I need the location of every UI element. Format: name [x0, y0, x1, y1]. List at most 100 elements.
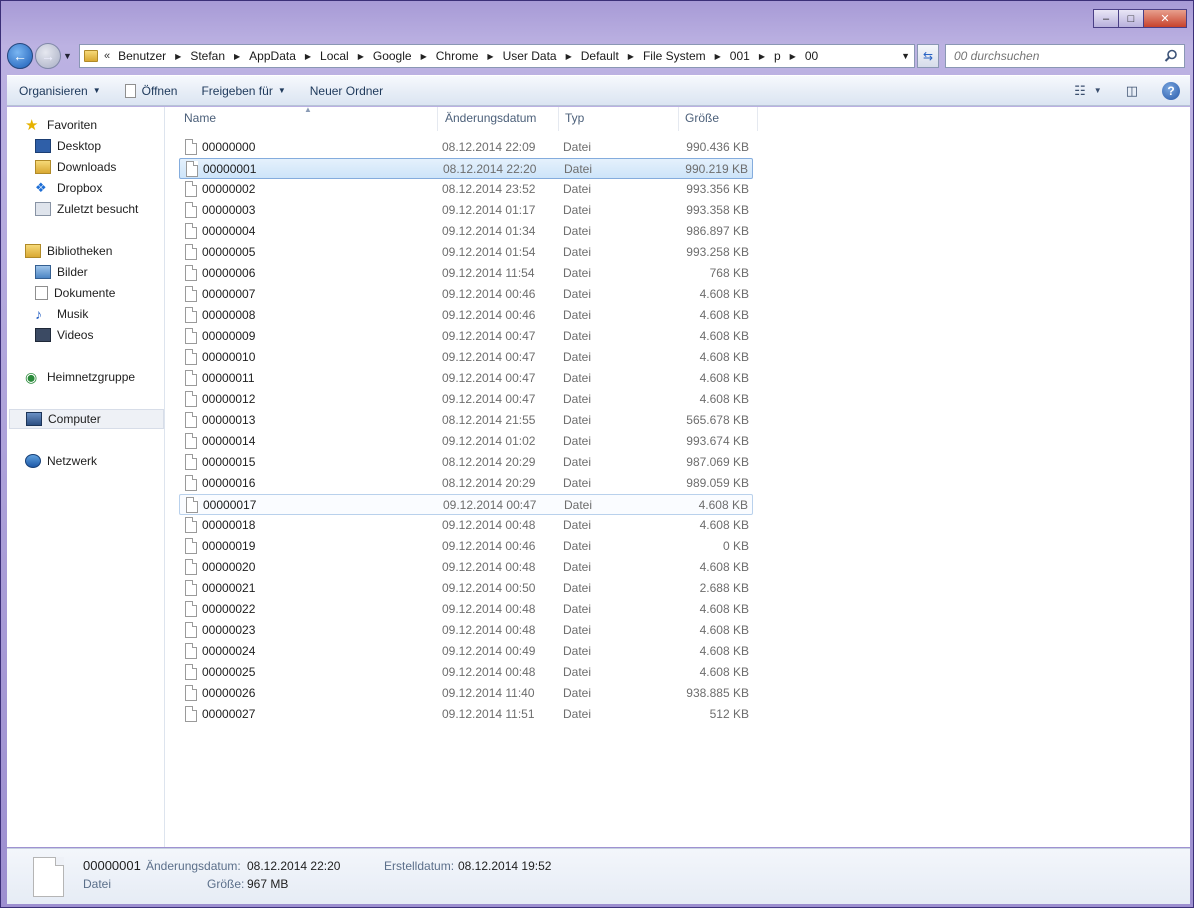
file-row[interactable]: 00000003 09.12.2014 01:17 Datei 993.358 KB	[179, 200, 753, 221]
crumb-separator-icon[interactable]: ▶	[421, 52, 427, 61]
file-row[interactable]: 00000014 09.12.2014 01:02 Datei 993.674 KB	[179, 431, 753, 452]
crumb-separator-icon[interactable]: ▶	[566, 52, 572, 61]
file-modified-date: 08.12.2014 22:09	[442, 140, 536, 154]
nav-videos[interactable]: Videos	[35, 325, 93, 345]
nav-pictures[interactable]: Bilder	[35, 262, 88, 282]
nav-documents[interactable]: Dokumente	[35, 283, 115, 303]
file-row[interactable]: 00000011 09.12.2014 00:47 Datei 4.608 KB	[179, 368, 753, 389]
crumb-separator-icon[interactable]: ▶	[358, 52, 364, 61]
crumb-user-data[interactable]: User Data	[503, 49, 557, 63]
minimize-button[interactable]: –	[1093, 9, 1119, 28]
file-row[interactable]: 00000025 09.12.2014 00:48 Datei 4.608 KB	[179, 662, 753, 683]
crumb-separator-icon[interactable]: ▶	[628, 52, 634, 61]
file-row[interactable]: 00000002 08.12.2014 23:52 Datei 993.356 KB	[179, 179, 753, 200]
view-options-icon[interactable]: ☷	[1074, 83, 1086, 99]
nav-label: Desktop	[57, 139, 102, 153]
nav-dropbox[interactable]: ❖ Dropbox	[35, 178, 102, 198]
column-date[interactable]: Änderungsdatum	[445, 111, 536, 125]
address-dropdown-icon[interactable]: ▼	[901, 51, 910, 61]
search-box[interactable]	[945, 44, 1185, 68]
nav-downloads[interactable]: Downloads	[35, 157, 116, 177]
file-row[interactable]: 00000012 09.12.2014 00:47 Datei 4.608 KB	[179, 389, 753, 410]
file-row[interactable]: 00000019 09.12.2014 00:46 Datei 0 KB	[179, 536, 753, 557]
nav-homegroup[interactable]: ◉ Heimnetzgruppe	[25, 367, 135, 387]
file-row[interactable]: 00000024 09.12.2014 00:49 Datei 4.608 KB	[179, 641, 753, 662]
crumb-overflow[interactable]: «	[104, 50, 110, 62]
crumb-00[interactable]: 00	[805, 49, 818, 63]
column-divider[interactable]	[757, 107, 758, 131]
crumb-default[interactable]: Default	[581, 49, 619, 63]
file-row[interactable]: 00000018 09.12.2014 00:48 Datei 4.608 KB	[179, 515, 753, 536]
file-list[interactable]: ▲ Name Änderungsdatum Typ Größe 00000000…	[165, 105, 1190, 847]
file-row[interactable]: 00000009 09.12.2014 00:47 Datei 4.608 KB	[179, 326, 753, 347]
nav-favorites[interactable]: ★ Favoriten	[25, 115, 97, 135]
crumb-separator-icon[interactable]: ▶	[715, 52, 721, 61]
search-input[interactable]	[954, 49, 1154, 63]
crumb-separator-icon[interactable]: ▶	[487, 52, 493, 61]
nav-music[interactable]: ♪ Musik	[35, 304, 88, 324]
crumb-stefan[interactable]: Stefan	[190, 49, 225, 63]
crumb-google[interactable]: Google	[373, 49, 412, 63]
nav-recent[interactable]: Zuletzt besucht	[35, 199, 138, 219]
crumb-separator-icon[interactable]: ▶	[790, 52, 796, 61]
nav-network[interactable]: Netzwerk	[25, 451, 97, 471]
file-row[interactable]: 00000005 09.12.2014 01:54 Datei 993.258 KB	[179, 242, 753, 263]
file-row[interactable]: 00000017 09.12.2014 00:47 Datei 4.608 KB	[179, 494, 753, 515]
column-type[interactable]: Typ	[565, 111, 584, 125]
nav-computer[interactable]: Computer	[9, 409, 164, 429]
address-bar[interactable]: « Benutzer ▶ Stefan ▶ AppData ▶ Local ▶ …	[79, 44, 915, 68]
nav-desktop[interactable]: Desktop	[35, 136, 101, 156]
file-modified-date: 09.12.2014 11:40	[442, 686, 535, 700]
crumb-separator-icon[interactable]: ▶	[175, 52, 181, 61]
share-menu-button[interactable]: Freigeben für ▼	[189, 76, 297, 105]
file-size: 512 KB	[709, 707, 749, 721]
file-row[interactable]: 00000016 08.12.2014 20:29 Datei 989.059 KB	[179, 473, 753, 494]
crumb-benutzer[interactable]: Benutzer	[118, 49, 166, 63]
maximize-button[interactable]: □	[1118, 9, 1144, 28]
file-row[interactable]: 00000022 09.12.2014 00:48 Datei 4.608 KB	[179, 599, 753, 620]
file-row[interactable]: 00000000 08.12.2014 22:09 Datei 990.436 KB	[179, 137, 753, 158]
file-row[interactable]: 00000006 09.12.2014 11:54 Datei 768 KB	[179, 263, 753, 284]
column-divider[interactable]	[437, 107, 438, 131]
column-size[interactable]: Größe	[685, 111, 719, 125]
navigation-pane[interactable]: ★ Favoriten Desktop Downloads ❖ Dropbox …	[7, 107, 165, 847]
file-row[interactable]: 00000026 09.12.2014 11:40 Datei 938.885 KB	[179, 683, 753, 704]
close-button[interactable]: ✕	[1143, 9, 1187, 28]
crumb-chrome[interactable]: Chrome	[436, 49, 479, 63]
file-row[interactable]: 00000021 09.12.2014 00:50 Datei 2.688 KB	[179, 578, 753, 599]
file-row[interactable]: 00000007 09.12.2014 00:46 Datei 4.608 KB	[179, 284, 753, 305]
file-row[interactable]: 00000008 09.12.2014 00:46 Datei 4.608 KB	[179, 305, 753, 326]
back-button[interactable]: ←	[7, 43, 33, 69]
recent-pages-dropdown[interactable]: ▼	[63, 51, 75, 61]
forward-button[interactable]: →	[35, 43, 61, 69]
file-row[interactable]: 00000023 09.12.2014 00:48 Datei 4.608 KB	[179, 620, 753, 641]
view-dropdown-icon[interactable]: ▼	[1094, 86, 1102, 95]
crumb-separator-icon[interactable]: ▶	[234, 52, 240, 61]
refresh-button[interactable]: ⇆	[917, 44, 939, 68]
crumb-001[interactable]: 001	[730, 49, 750, 63]
crumb-local[interactable]: Local	[320, 49, 349, 63]
help-icon[interactable]: ?	[1162, 81, 1180, 100]
column-name[interactable]: Name	[184, 111, 216, 125]
column-divider[interactable]	[678, 107, 679, 131]
file-row[interactable]: 00000020 09.12.2014 00:48 Datei 4.608 KB	[179, 557, 753, 578]
file-row[interactable]: 00000001 08.12.2014 22:20 Datei 990.219 KB	[179, 158, 753, 179]
file-row[interactable]: 00000010 09.12.2014 00:47 Datei 4.608 KB	[179, 347, 753, 368]
crumb-separator-icon[interactable]: ▶	[305, 52, 311, 61]
new-folder-button[interactable]: Neuer Ordner	[298, 76, 395, 105]
nav-libraries[interactable]: Bibliotheken	[25, 241, 112, 261]
column-divider[interactable]	[558, 107, 559, 131]
crumb-appdata[interactable]: AppData	[249, 49, 296, 63]
crumb-file-system[interactable]: File System	[643, 49, 706, 63]
crumb-p[interactable]: p	[774, 49, 781, 63]
file-row[interactable]: 00000015 08.12.2014 20:29 Datei 987.069 KB	[179, 452, 753, 473]
crumb-separator-icon[interactable]: ▶	[759, 52, 765, 61]
file-row[interactable]: 00000013 08.12.2014 21:55 Datei 565.678 KB	[179, 410, 753, 431]
organize-menu-button[interactable]: Organisieren ▼	[7, 76, 113, 105]
file-row[interactable]: 00000004 09.12.2014 01:34 Datei 986.897 KB	[179, 221, 753, 242]
file-row[interactable]: 00000027 09.12.2014 11:51 Datei 512 KB	[179, 704, 753, 725]
search-icon[interactable]	[1164, 49, 1178, 63]
preview-pane-icon[interactable]: ◫	[1126, 83, 1138, 99]
file-icon	[185, 244, 197, 260]
open-button[interactable]: Öffnen	[113, 76, 190, 105]
